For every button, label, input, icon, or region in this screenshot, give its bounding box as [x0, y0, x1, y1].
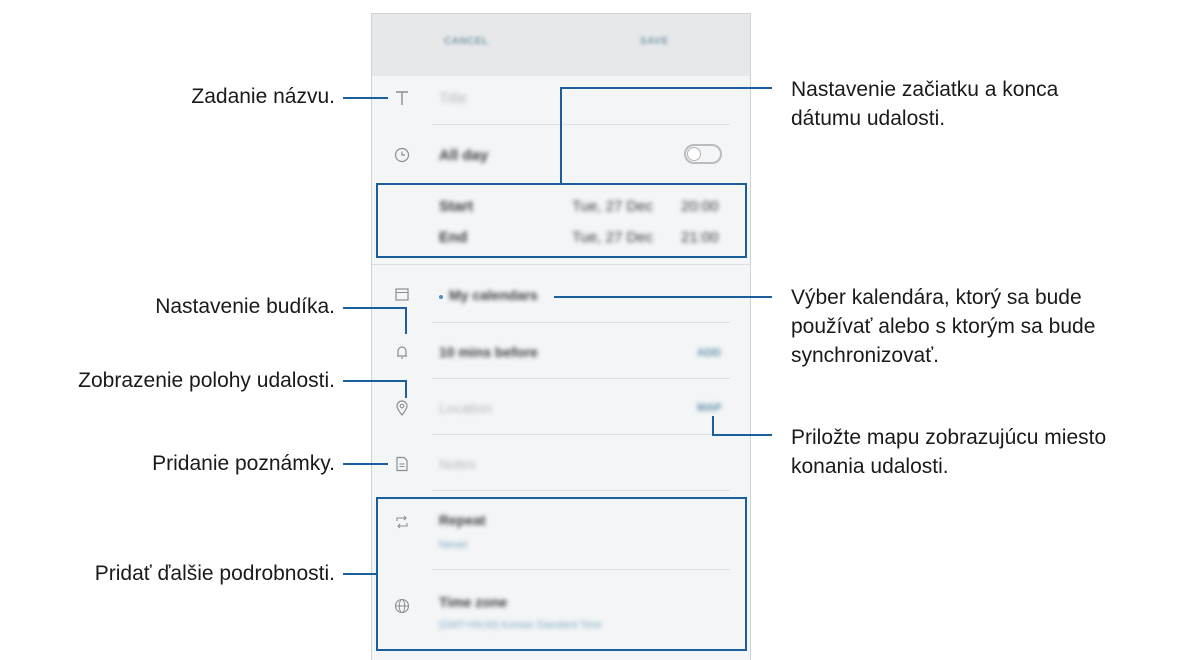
callout-notes: Pridanie poznámky.: [152, 452, 335, 475]
divider: [432, 124, 730, 125]
divider: [432, 434, 730, 435]
callout-calendar: Výber kalendára, ktorý sa bude používať …: [791, 283, 1095, 370]
divider: [432, 378, 730, 379]
dates-highlight-box: [376, 183, 747, 258]
location-input[interactable]: Location: [439, 400, 492, 416]
callout-map-line2: konania udalosti.: [791, 455, 949, 478]
callout-dates-line1: Nastavenie začiatku a konca: [791, 78, 1059, 101]
details-highlight-box: [376, 497, 747, 651]
add-alarm-button[interactable]: ADD: [697, 347, 721, 359]
cancel-button[interactable]: CANCEL: [444, 36, 489, 47]
callout-dates: Nastavenie začiatku a konca dátumu udalo…: [791, 75, 1058, 133]
connector-line: [712, 416, 714, 436]
callout-map: Priložte mapu zobrazujúcu miesto konania…: [791, 423, 1106, 481]
callout-map-line1: Priložte mapu zobrazujúcu miesto: [791, 426, 1107, 449]
notes-icon: [392, 454, 412, 474]
callout-dates-line2: dátumu udalosti.: [791, 107, 946, 130]
callout-title: Zadanie názvu.: [191, 85, 335, 108]
location-pin-icon: [392, 398, 412, 418]
connector-line: [343, 307, 406, 309]
calendar-color-dot: [439, 295, 443, 299]
connector-line: [405, 380, 407, 398]
save-button[interactable]: SAVE: [640, 36, 669, 47]
callout-more-details: Pridať ďalšie podrobnosti.: [94, 562, 335, 585]
all-day-toggle[interactable]: [684, 144, 722, 164]
notes-input[interactable]: Notes: [439, 456, 476, 472]
connector-line: [561, 87, 772, 89]
connector-line: [343, 97, 388, 99]
divider: [372, 264, 750, 265]
connector-line: [405, 307, 407, 334]
callout-calendar-line1: Výber kalendára, ktorý sa bude: [791, 286, 1082, 309]
all-day-label: All day: [439, 147, 489, 164]
title-input[interactable]: Title: [439, 90, 467, 107]
callout-location: Zobrazenie polohy udalosti.: [78, 369, 335, 392]
connector-line: [343, 380, 406, 382]
connector-line: [560, 87, 562, 184]
bell-icon: [392, 342, 412, 362]
divider: [432, 322, 730, 323]
text-icon: [392, 88, 412, 108]
connector-line: [712, 434, 772, 436]
callout-alarm: Nastavenie budíka.: [155, 295, 335, 318]
callout-calendar-line3: synchronizovať.: [791, 344, 939, 367]
divider: [432, 490, 730, 491]
map-button[interactable]: MAP: [697, 402, 721, 414]
connector-line: [343, 463, 388, 465]
callout-calendar-line2: používať alebo s ktorým sa bude: [791, 315, 1096, 338]
connector-line: [554, 296, 772, 298]
clock-icon: [392, 145, 412, 165]
connector-line: [343, 573, 376, 575]
alarm-label[interactable]: 10 mins before: [439, 344, 538, 360]
calendar-icon: [392, 284, 412, 304]
calendar-selector[interactable]: My calendars: [449, 287, 538, 303]
app-header: CANCEL SAVE: [372, 14, 750, 76]
